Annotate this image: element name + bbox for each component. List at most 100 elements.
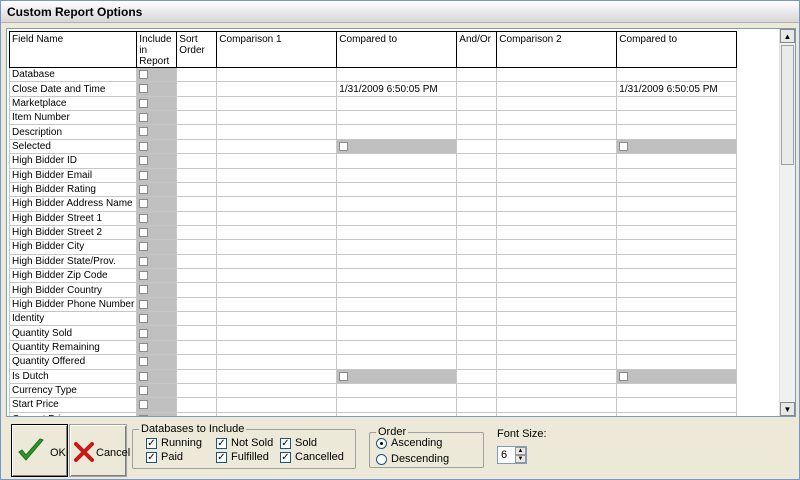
include-checkbox[interactable] — [139, 242, 149, 252]
include-checkbox[interactable] — [139, 342, 149, 352]
comparison-2-cell[interactable] — [496, 196, 618, 212]
compared-to-1-cell[interactable] — [336, 181, 458, 198]
comparison-1-cell[interactable] — [216, 325, 338, 341]
include-cell[interactable] — [136, 167, 178, 183]
cancelled-checkbox[interactable]: ✓ Cancelled — [280, 451, 344, 463]
comparison-1-cell[interactable] — [216, 95, 338, 112]
sort-order-cell[interactable] — [176, 196, 218, 212]
compared-to-2-cell[interactable] — [616, 354, 738, 370]
compared-to-1-cell[interactable] — [336, 224, 458, 241]
include-cell[interactable] — [136, 66, 178, 83]
include-cell[interactable] — [136, 397, 178, 413]
comparison-2-cell[interactable] — [496, 268, 618, 284]
include-checkbox[interactable] — [139, 400, 149, 410]
comparison-1-cell[interactable] — [216, 181, 338, 198]
comparison-2-cell[interactable] — [496, 253, 618, 270]
include-checkbox[interactable] — [139, 385, 149, 395]
and-or-cell[interactable] — [456, 411, 498, 416]
sort-order-cell[interactable] — [176, 282, 218, 298]
sort-order-cell[interactable] — [176, 224, 218, 241]
comparison-1-cell[interactable] — [216, 282, 338, 298]
include-checkbox[interactable] — [139, 299, 149, 309]
compared-to-1-cell[interactable] — [336, 397, 458, 413]
table-row[interactable]: High Bidder Rating — [8, 181, 738, 198]
compared-to-2-cell[interactable] — [616, 368, 738, 384]
and-or-cell[interactable] — [456, 66, 498, 83]
header-comparison-1[interactable]: Comparison 1 — [216, 31, 338, 68]
compared-to-2-cell[interactable] — [616, 138, 738, 155]
table-row[interactable]: Quantity Offered — [8, 354, 738, 370]
comparison-1-cell[interactable] — [216, 224, 338, 241]
compared-to-1-cell[interactable] — [336, 268, 458, 284]
compare-checkbox[interactable] — [619, 141, 629, 151]
include-cell[interactable] — [136, 138, 178, 155]
compared-to-1-cell[interactable] — [336, 66, 458, 83]
comparison-2-cell[interactable] — [496, 124, 618, 140]
table-row[interactable]: High Bidder State/Prov. — [8, 253, 738, 270]
comparison-1-cell[interactable] — [216, 311, 338, 327]
include-cell[interactable] — [136, 368, 178, 384]
table-row[interactable]: High Bidder Phone Number — [8, 296, 738, 313]
comparison-1-cell[interactable] — [216, 354, 338, 370]
table-row[interactable]: High Bidder Street 1 — [8, 210, 738, 226]
comparison-1-cell[interactable] — [216, 239, 338, 255]
include-cell[interactable] — [136, 268, 178, 284]
include-cell[interactable] — [136, 311, 178, 327]
and-or-cell[interactable] — [456, 268, 498, 284]
comparison-1-cell[interactable] — [216, 138, 338, 155]
compared-to-2-cell[interactable] — [616, 210, 738, 226]
compared-to-1-cell[interactable] — [336, 239, 458, 255]
sort-order-cell[interactable] — [176, 368, 218, 384]
and-or-cell[interactable] — [456, 296, 498, 313]
running-checkbox[interactable]: ✓ Running — [146, 437, 202, 449]
compared-to-1-cell[interactable]: 1/31/2009 6:50:05 PM — [336, 81, 458, 97]
include-cell[interactable] — [136, 210, 178, 226]
compared-to-1-cell[interactable] — [336, 153, 458, 169]
compared-to-2-cell[interactable] — [616, 382, 738, 399]
include-checkbox[interactable] — [139, 141, 149, 151]
compared-to-1-cell[interactable] — [336, 354, 458, 370]
include-checkbox[interactable] — [139, 127, 149, 137]
comparison-1-cell[interactable] — [216, 296, 338, 313]
table-row[interactable]: Is Dutch — [8, 368, 738, 384]
and-or-cell[interactable] — [456, 311, 498, 327]
include-checkbox[interactable] — [139, 199, 149, 209]
include-checkbox[interactable] — [139, 357, 149, 367]
sort-order-cell[interactable] — [176, 253, 218, 270]
compared-to-2-cell[interactable] — [616, 339, 738, 356]
ok-button[interactable]: OK — [11, 424, 68, 477]
table-row[interactable]: Marketplace — [8, 95, 738, 112]
and-or-cell[interactable] — [456, 81, 498, 97]
compared-to-2-cell[interactable] — [616, 296, 738, 313]
include-cell[interactable] — [136, 239, 178, 255]
compared-to-1-cell[interactable] — [336, 311, 458, 327]
comparison-2-cell[interactable] — [496, 153, 618, 169]
include-checkbox[interactable] — [139, 170, 149, 180]
include-checkbox[interactable] — [139, 184, 149, 194]
header-sort-order[interactable]: Sort Order — [176, 31, 218, 68]
compared-to-1-cell[interactable] — [336, 325, 458, 341]
include-cell[interactable] — [136, 124, 178, 140]
sort-order-cell[interactable] — [176, 339, 218, 356]
include-cell[interactable] — [136, 325, 178, 341]
compared-to-1-cell[interactable] — [336, 210, 458, 226]
sort-order-cell[interactable] — [176, 411, 218, 416]
header-compared-to-2[interactable]: Compared to — [616, 31, 738, 68]
compared-to-1-cell[interactable] — [336, 95, 458, 112]
include-cell[interactable] — [136, 282, 178, 298]
comparison-1-cell[interactable] — [216, 411, 338, 416]
compared-to-2-cell[interactable] — [616, 397, 738, 413]
include-cell[interactable] — [136, 224, 178, 241]
and-or-cell[interactable] — [456, 138, 498, 155]
include-checkbox[interactable] — [139, 227, 149, 237]
and-or-cell[interactable] — [456, 181, 498, 198]
not-sold-checkbox[interactable]: ✓ Not Sold — [216, 437, 273, 449]
comparison-1-cell[interactable] — [216, 196, 338, 212]
include-checkbox[interactable] — [139, 414, 149, 416]
and-or-cell[interactable] — [456, 282, 498, 298]
include-cell[interactable] — [136, 110, 178, 126]
and-or-cell[interactable] — [456, 110, 498, 126]
comparison-2-cell[interactable] — [496, 397, 618, 413]
comparison-1-cell[interactable] — [216, 397, 338, 413]
comparison-1-cell[interactable] — [216, 382, 338, 399]
